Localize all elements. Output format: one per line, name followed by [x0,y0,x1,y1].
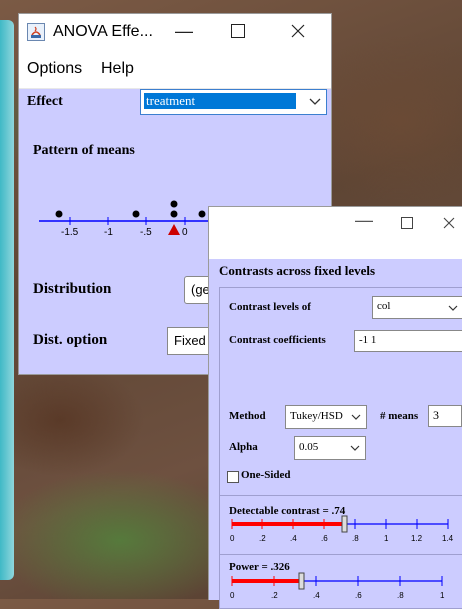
detectable-contrast-panel: Detectable contrast = .74 0 .2 .4 .6 .8 … [220,495,462,543]
slider-tick-label: .2 [259,534,266,543]
contrast-coefficients-label: Contrast coefficients [229,334,326,346]
close-button[interactable] [291,23,305,41]
mean-point [198,210,206,218]
slider-tick-label: .6 [321,534,328,543]
contrast-coefficients-input[interactable]: -1 1 [354,330,462,352]
contrast-levels-label: Contrast levels of [229,301,311,313]
axis-tick-label: -1.5 [61,227,79,238]
close-button[interactable] [443,214,455,232]
chevron-down-icon [350,442,360,454]
contrast-levels-value: col [377,300,391,312]
method-label: Method [229,410,266,422]
pattern-of-means-label: Pattern of means [33,143,135,158]
method-select[interactable]: Tukey/HSD [285,405,367,429]
title-bar[interactable]: ANOVA Effe... — [19,14,331,52]
contrasts-header: Contrasts across fixed levels [219,263,376,278]
maximize-button[interactable] [231,23,245,41]
contrasts-window: — Contrasts across fixed levels Contrast… [208,206,462,609]
mean-point [170,210,178,218]
alpha-select[interactable]: 0.05 [294,436,366,460]
toolbar-strip [209,237,462,259]
slider-thumb [298,572,305,590]
distribution-label: Distribution [33,281,112,297]
slider-tick-label: .4 [290,534,297,543]
title-bar[interactable]: — [209,207,462,237]
slider-tick-label: 1.2 [411,534,423,543]
slider-tick-label: 1.4 [442,534,454,543]
effect-label: Effect [27,94,63,109]
means-input[interactable]: 3 [428,405,462,427]
power-slider[interactable] [220,571,462,591]
slider-fill [232,522,344,526]
chevron-down-icon [448,302,458,314]
grand-mean-marker [168,224,180,235]
slider-thumb [341,515,348,533]
java-app-icon [27,23,45,41]
means-label: # means [380,410,419,422]
dist-option-label: Dist. option [33,332,108,348]
chevron-down-icon [351,411,361,423]
maximize-button[interactable] [401,214,413,232]
method-value: Tukey/HSD [290,410,343,422]
axis-tick-label: 0 [182,227,188,238]
slider-fill [232,579,301,583]
alpha-value: 0.05 [299,441,319,453]
mean-point [170,200,178,208]
slider-tick-label: 1 [384,534,389,543]
contrasts-panel: Contrast levels of col Contrast coeffici… [219,287,462,609]
power-panel: Power = .326 0 .2 .4 .6 .8 1 [220,554,462,601]
window-title: ANOVA Effe... [53,23,153,40]
means-value: 3 [433,408,439,422]
contrast-levels-select[interactable]: col [372,296,462,319]
effect-select-value: treatment [144,93,296,109]
menu-options[interactable]: Options [27,60,82,78]
effect-select[interactable]: treatment [140,89,327,115]
dist-option-value: Fixed [174,333,206,348]
mean-point [55,210,63,218]
contrast-coefficients-value: -1 1 [359,334,377,346]
alpha-label: Alpha [229,441,258,453]
detectable-contrast-slider[interactable] [220,514,462,534]
minimize-button[interactable]: — [355,211,373,229]
distribution-value: (ge [191,282,210,297]
one-sided-label: One-Sided [241,469,291,481]
minimize-button[interactable]: — [175,22,193,40]
background-teal-strip [0,20,14,580]
axis-tick-label: -.5 [140,227,152,238]
slider-tick-label: 0 [230,534,235,543]
axis-tick-label: -1 [104,227,113,238]
one-sided-checkbox[interactable] [227,471,239,483]
menu-bar: Options Help [19,52,331,89]
slider-tick-label: .8 [352,534,359,543]
chevron-down-icon [309,94,321,110]
mean-point [132,210,140,218]
menu-help[interactable]: Help [101,60,134,78]
